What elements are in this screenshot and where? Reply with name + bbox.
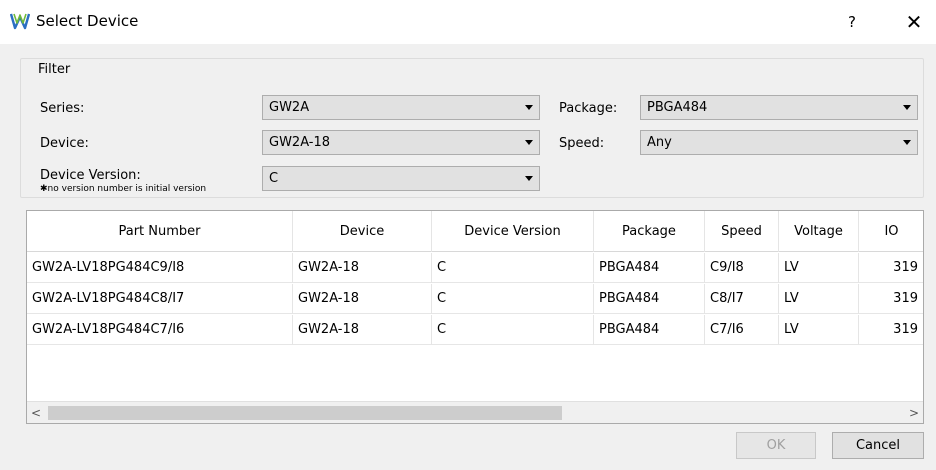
column-header-voltage[interactable]: Voltage xyxy=(779,211,859,252)
device-version-select[interactable]: C xyxy=(262,166,540,191)
package-select[interactable]: PBGA484 xyxy=(640,95,918,120)
table-row[interactable]: GW2A-LV18PG484C9/I8 GW2A-18 C PBGA484 C9… xyxy=(27,253,923,283)
column-header-device[interactable]: Device xyxy=(293,211,432,252)
parts-table[interactable]: ﹀ Part Number Device Device Version Pack… xyxy=(26,210,924,424)
column-header-speed[interactable]: Speed xyxy=(705,211,779,252)
cell-voltage: LV xyxy=(779,253,859,283)
cell-speed: C9/I8 xyxy=(705,253,779,283)
column-header-part-number[interactable]: ﹀ Part Number xyxy=(27,211,293,252)
device-version-note: ✱no version number is initial version xyxy=(40,184,207,194)
chevron-down-icon xyxy=(525,176,533,181)
sort-caret-icon: ﹀ xyxy=(155,210,165,218)
cell-device-version: C xyxy=(432,284,594,314)
chevron-down-icon xyxy=(903,140,911,145)
chevron-down-icon xyxy=(525,140,533,145)
column-header-device-version[interactable]: Device Version xyxy=(432,211,594,252)
device-value: GW2A-18 xyxy=(269,135,331,150)
scroll-right-arrow-icon[interactable]: > xyxy=(909,405,919,421)
device-label: Device: xyxy=(40,136,89,151)
window-title: Select Device xyxy=(36,12,139,30)
cell-io: 319 xyxy=(859,253,923,283)
cell-device: GW2A-18 xyxy=(293,315,432,345)
table-header: ﹀ Part Number Device Device Version Pack… xyxy=(27,211,923,252)
cell-package: PBGA484 xyxy=(594,284,705,314)
cell-device-version: C xyxy=(432,253,594,283)
filter-group-title: Filter xyxy=(36,62,73,77)
help-button[interactable]: ? xyxy=(840,10,864,34)
column-header-io[interactable]: IO xyxy=(859,211,923,252)
cell-device: GW2A-18 xyxy=(293,253,432,283)
device-select[interactable]: GW2A-18 xyxy=(262,130,540,155)
cell-voltage: LV xyxy=(779,315,859,345)
table-row[interactable]: GW2A-LV18PG484C7/I6 GW2A-18 C PBGA484 C7… xyxy=(27,315,923,345)
device-version-value: C xyxy=(269,171,279,186)
chevron-down-icon xyxy=(903,105,911,110)
cell-device-version: C xyxy=(432,315,594,345)
table-row[interactable]: GW2A-LV18PG484C8/I7 GW2A-18 C PBGA484 C8… xyxy=(27,284,923,314)
close-button[interactable]: ✕ xyxy=(900,8,928,36)
speed-select[interactable]: Any xyxy=(640,130,918,155)
horizontal-scrollbar[interactable]: < > xyxy=(27,401,923,423)
cell-package: PBGA484 xyxy=(594,253,705,283)
series-value: GW2A xyxy=(269,100,310,115)
package-label: Package: xyxy=(559,101,618,116)
cancel-button[interactable]: Cancel xyxy=(832,432,924,459)
scroll-left-arrow-icon[interactable]: < xyxy=(31,405,41,421)
cell-device: GW2A-18 xyxy=(293,284,432,314)
speed-value: Any xyxy=(647,135,672,150)
series-label: Series: xyxy=(40,101,85,116)
cell-speed: C8/I7 xyxy=(705,284,779,314)
cell-io: 319 xyxy=(859,284,923,314)
title-bar: Select Device ? ✕ xyxy=(0,0,936,44)
chevron-down-icon xyxy=(525,105,533,110)
cell-part-number: GW2A-LV18PG484C9/I8 xyxy=(27,253,293,283)
device-version-label: Device Version: xyxy=(40,168,141,183)
cell-part-number: GW2A-LV18PG484C7/I6 xyxy=(27,315,293,345)
cell-part-number: GW2A-LV18PG484C8/I7 xyxy=(27,284,293,314)
package-value: PBGA484 xyxy=(647,100,708,115)
cell-io: 319 xyxy=(859,315,923,345)
speed-label: Speed: xyxy=(559,136,605,151)
column-header-package[interactable]: Package xyxy=(594,211,705,252)
scrollbar-thumb[interactable] xyxy=(48,406,562,420)
cell-package: PBGA484 xyxy=(594,315,705,345)
cell-voltage: LV xyxy=(779,284,859,314)
series-select[interactable]: GW2A xyxy=(262,95,540,120)
gowin-logo-icon xyxy=(10,13,30,30)
ok-button[interactable]: OK xyxy=(736,432,816,459)
cell-speed: C7/I6 xyxy=(705,315,779,345)
